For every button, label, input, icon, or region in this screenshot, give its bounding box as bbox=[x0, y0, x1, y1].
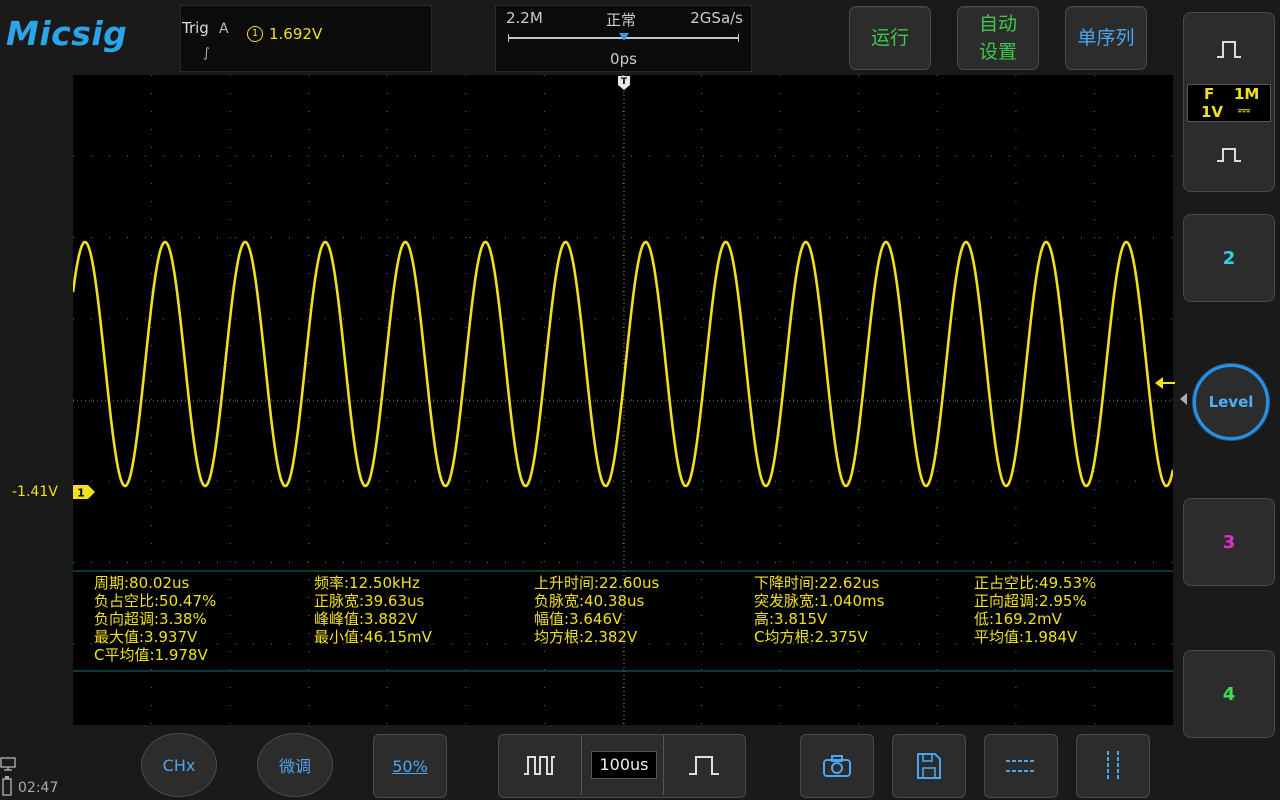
measurement-value: 均方根:2.382V bbox=[534, 628, 638, 646]
measurement-value: 上升时间:22.60us bbox=[534, 574, 660, 592]
measurement-value: 正向超调:2.95% bbox=[974, 592, 1087, 610]
chx-label: CHx bbox=[162, 755, 196, 775]
channel3-label: 3 bbox=[1222, 531, 1236, 553]
level-label: Level bbox=[1208, 393, 1254, 411]
level-left-arrow-icon bbox=[1180, 393, 1187, 405]
pulse-down-icon[interactable] bbox=[1216, 147, 1242, 163]
run-button[interactable]: 运行 bbox=[849, 6, 931, 70]
horizontal-cursor-icon bbox=[1006, 760, 1036, 772]
horizontal-position-value: 0ps bbox=[610, 50, 637, 68]
trigger-label: Trig bbox=[182, 19, 209, 37]
channel1-scale: 1V bbox=[1201, 103, 1224, 121]
clock: 02:47 bbox=[18, 780, 59, 796]
measurement-value: 正脉宽:39.63us bbox=[314, 592, 425, 610]
acquisition-mode: 正常 bbox=[606, 11, 637, 29]
channel2-button[interactable]: 2 bbox=[1183, 214, 1275, 302]
measurement-value: 负脉宽:40.38us bbox=[534, 592, 645, 610]
brand-logo: Micsig bbox=[6, 14, 128, 53]
dc-coupling-icon: ⎓ bbox=[1238, 101, 1250, 119]
measurement-value: 频率:12.50kHz bbox=[314, 574, 420, 592]
channel1-offset-marker-label: 1 bbox=[77, 487, 85, 500]
measurement-value: 低:169.2mV bbox=[974, 610, 1062, 628]
trigger-info-panel[interactable]: Trig A ∫ 1 1.692V bbox=[180, 5, 432, 72]
auto-setup-button[interactable]: 自动 设置 bbox=[957, 6, 1039, 70]
channel4-button[interactable]: 4 bbox=[1183, 650, 1275, 738]
timebase-expand-icon[interactable] bbox=[688, 754, 720, 776]
auto-setup-label-line1: 自动 bbox=[978, 13, 1017, 35]
fifty-percent-button[interactable]: 50% bbox=[373, 734, 447, 798]
screenshot-button[interactable] bbox=[800, 734, 874, 798]
level-knob-button[interactable]: Level bbox=[1193, 364, 1269, 440]
trigger-time-marker-label: T bbox=[621, 77, 628, 87]
vertical-cursor-button[interactable] bbox=[1076, 734, 1150, 798]
trigger-position-marker bbox=[619, 33, 629, 41]
monitor-icon bbox=[0, 757, 16, 771]
measurement-value: 峰峰值:3.882V bbox=[314, 610, 418, 628]
run-label: 运行 bbox=[870, 27, 909, 49]
channel4-label: 4 bbox=[1222, 683, 1236, 705]
measurement-value: 负向超调:3.38% bbox=[94, 610, 207, 628]
measurement-value: 最小值:46.15mV bbox=[314, 628, 432, 646]
fine-tune-label: 微调 bbox=[278, 757, 311, 776]
measurement-value: 最大值:3.937V bbox=[94, 628, 198, 646]
timebase-divider-right bbox=[663, 735, 664, 795]
memory-depth: 2.2M bbox=[506, 9, 543, 27]
auto-setup-label-line2: 设置 bbox=[978, 41, 1017, 63]
fine-tune-button[interactable]: 微调 bbox=[257, 733, 333, 797]
save-button[interactable] bbox=[892, 734, 966, 798]
measurement-value: 周期:80.02us bbox=[94, 574, 190, 592]
measurement-value: 平均值:1.984V bbox=[974, 628, 1078, 646]
measurement-value: C均方根:2.375V bbox=[754, 628, 868, 646]
battery-icon bbox=[2, 776, 12, 796]
single-sequence-label: 单序列 bbox=[1077, 27, 1135, 49]
channel2-label: 2 bbox=[1222, 247, 1236, 269]
waveform-display[interactable]: T 1 周期:80.02us 频率:12.50kHz 上升时间:22.60us 下降时… bbox=[71, 75, 1175, 725]
vertical-cursor-icon bbox=[1107, 751, 1119, 781]
save-icon bbox=[917, 753, 941, 779]
measurement-value: C平均值:1.978V bbox=[94, 646, 208, 664]
trigger-source: A bbox=[219, 21, 229, 37]
measurement-value: 负占空比:50.47% bbox=[94, 592, 217, 610]
fifty-percent-label: 50% bbox=[392, 756, 428, 776]
measurement-value: 幅值:3.646V bbox=[534, 610, 623, 628]
trigger-level-arrow-icon bbox=[1155, 377, 1175, 389]
time-per-div-value: 100us bbox=[591, 751, 657, 779]
measurement-value: 高:3.815V bbox=[754, 610, 828, 628]
camera-icon bbox=[823, 755, 851, 777]
trigger-edge-icon: ∫ bbox=[203, 46, 210, 61]
trigger-level-value: 1.692V bbox=[269, 25, 323, 43]
measurement-value: 突发脉宽:1.040ms bbox=[754, 592, 885, 610]
channel3-button[interactable]: 3 bbox=[1183, 498, 1275, 586]
channel1-offset-label: -1.41V bbox=[12, 484, 58, 500]
chx-button[interactable]: CHx bbox=[141, 733, 217, 797]
measurement-value: 正占空比:49.53% bbox=[974, 574, 1097, 592]
horizontal-cursor-button[interactable] bbox=[984, 734, 1058, 798]
measurement-value: 下降时间:22.62us bbox=[754, 574, 880, 592]
pulse-up-icon[interactable] bbox=[1216, 39, 1242, 59]
sample-rate: 2GSa/s bbox=[690, 9, 743, 27]
timebase-divider-left bbox=[581, 735, 582, 795]
single-sequence-button[interactable]: 单序列 bbox=[1065, 6, 1147, 70]
trigger-channel-badge: 1 bbox=[247, 26, 263, 42]
channel1-settings-readout: F 1M 1V ⎓ bbox=[1187, 84, 1271, 122]
channel1-coupling: F bbox=[1204, 85, 1215, 103]
timebase-compress-icon[interactable] bbox=[523, 754, 557, 776]
timebase-info-panel[interactable]: 2.2M 正常 2GSa/s 0ps bbox=[495, 5, 752, 72]
